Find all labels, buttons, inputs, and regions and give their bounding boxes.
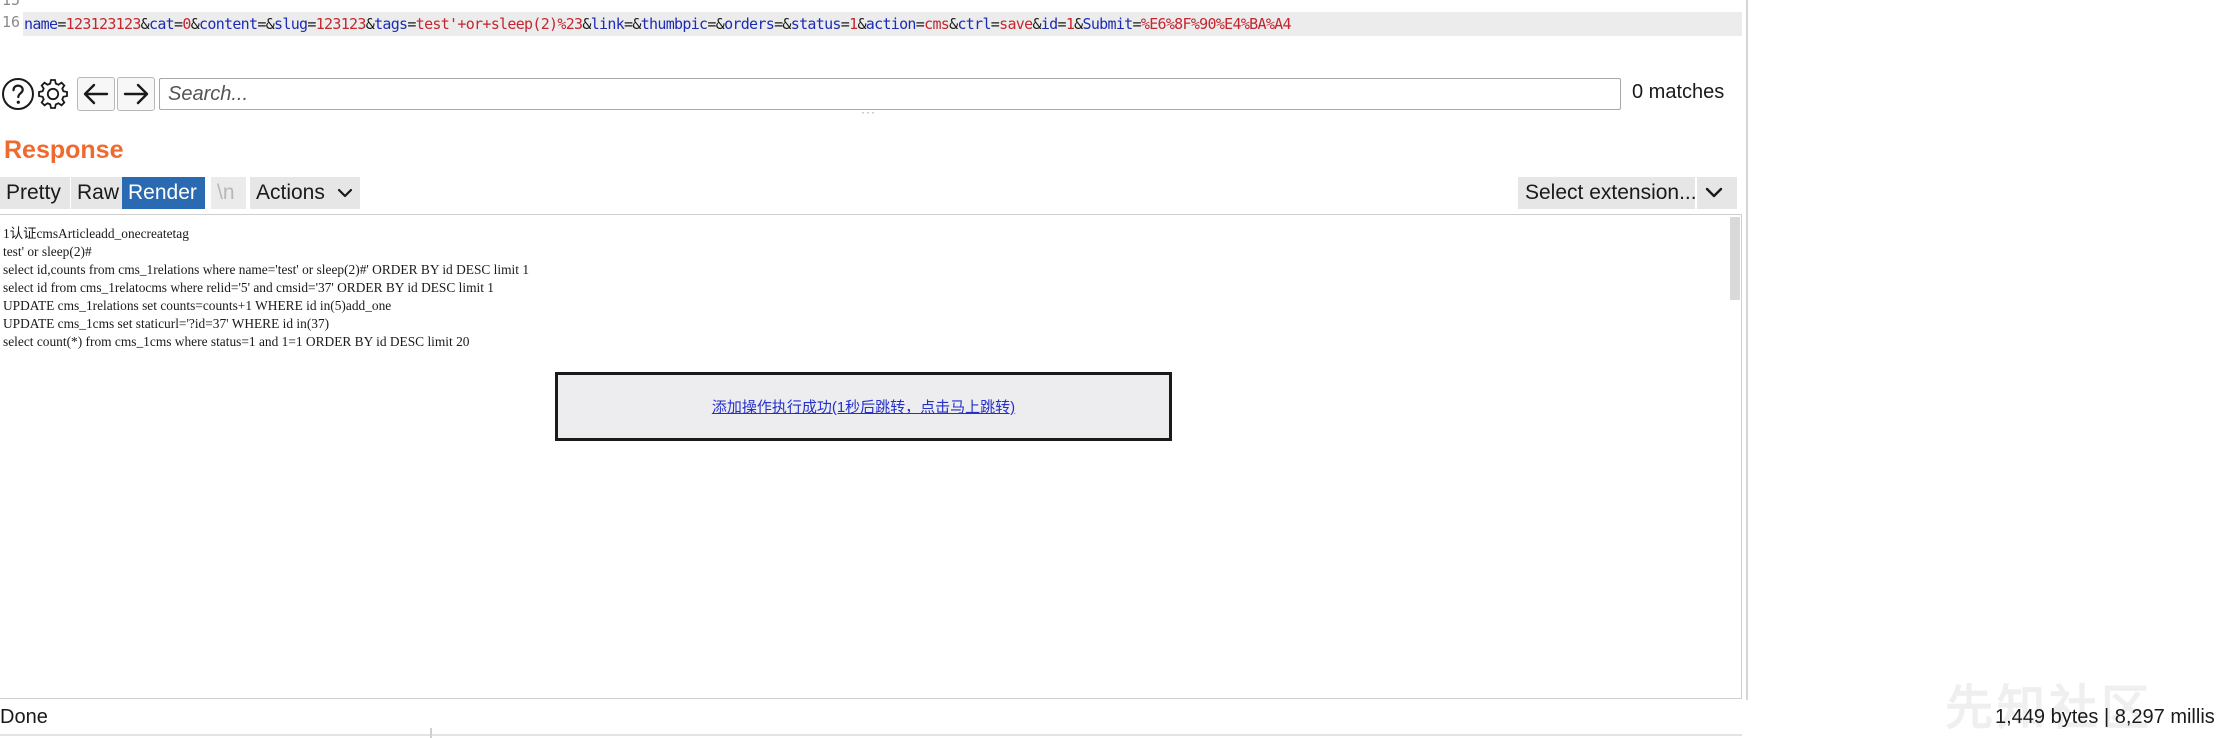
arrow-right-icon (123, 83, 149, 105)
status-bar-border (0, 734, 1742, 736)
select-extension-dropdown[interactable]: Select extension... (1518, 177, 1737, 209)
arrow-left-icon (83, 83, 109, 105)
back-button[interactable] (77, 77, 115, 111)
param-equals: = (1132, 15, 1142, 33)
rendered-output: 1认证cmsArticleadd_onecreatetag test' or s… (3, 225, 529, 351)
param-separator: & (857, 15, 866, 33)
param-value: %E6%8F%90%E4%BA%A4 (1140, 15, 1292, 33)
line-number: 16 (1, 13, 20, 31)
help-button[interactable] (0, 76, 36, 112)
newline-toggle-button[interactable]: \n (211, 177, 246, 209)
response-view-tabs: Pretty Raw Render \n Actions Select exte… (0, 177, 1742, 210)
param-separator: & (190, 15, 200, 33)
actions-dropdown[interactable]: Actions (250, 177, 360, 209)
param-value: test'+or+sleep(2)%23 (415, 15, 583, 33)
tab-raw[interactable]: Raw (71, 177, 122, 209)
forward-button[interactable] (117, 77, 155, 111)
param-value: 0 (182, 15, 191, 33)
output-line: select count(*) from cms_1cms where stat… (3, 334, 470, 349)
param-key: cat (149, 15, 175, 33)
response-title: Response (4, 136, 124, 164)
render-pane[interactable]: 1认证cmsArticleadd_onecreatetag test' or s… (0, 214, 1742, 699)
request-editor[interactable]: 15 16 name=123123123&cat=0&content=&slug… (0, 0, 1742, 40)
output-line: test' or sleep(2)# (3, 244, 92, 259)
output-line: UPDATE cms_1cms set staticurl='?id=37' W… (3, 316, 330, 331)
param-separator: & (365, 15, 375, 33)
param-separator: & (1032, 15, 1041, 33)
param-key: Submit (1082, 15, 1134, 33)
param-equals: = (257, 15, 266, 33)
search-input[interactable] (159, 78, 1621, 110)
param-value: 123123 (315, 15, 367, 33)
dropdown-toggle[interactable] (1704, 180, 1724, 214)
param-equals: = (915, 15, 925, 33)
redirect-link[interactable]: 添加操作执行成功(1秒后跳转，点击马上跳转) (712, 396, 1015, 417)
param-equals: = (57, 15, 66, 33)
help-icon (2, 78, 34, 110)
panel-divider[interactable] (1746, 0, 1748, 700)
pane-resize-handle[interactable]: ··· (861, 105, 876, 119)
param-key: tags (374, 15, 408, 33)
tab-pretty[interactable]: Pretty (0, 177, 70, 209)
status-text: Done (0, 706, 48, 728)
param-key: orders (724, 15, 775, 33)
param-separator: & (582, 15, 591, 33)
settings-button[interactable] (35, 76, 71, 112)
param-key: link (590, 15, 625, 33)
param-equals: = (1057, 15, 1066, 33)
chevron-down-icon (337, 189, 352, 198)
match-count: 0 matches (1632, 81, 1725, 103)
param-key: id (1040, 15, 1058, 33)
param-value: cms (924, 15, 950, 33)
param-separator: & (715, 15, 725, 33)
status-bar-separator (430, 728, 432, 738)
param-key: action (865, 15, 917, 33)
param-separator: & (265, 15, 275, 33)
param-equals: = (990, 15, 1000, 33)
param-equals: = (840, 15, 850, 33)
param-value: 123123123 (65, 15, 142, 33)
output-line: select id from cms_1relatocms where reli… (3, 280, 494, 295)
select-extension-label: Select extension... (1525, 181, 1697, 204)
chevron-down-icon (1705, 187, 1723, 198)
param-key: content (199, 15, 258, 33)
request-body-line[interactable]: name=123123123&cat=0&content=&slug=12312… (23, 12, 1742, 36)
param-separator: & (140, 15, 150, 33)
param-separator: & (782, 15, 791, 33)
param-equals: = (407, 15, 416, 33)
gear-icon (38, 79, 68, 109)
param-key: status (790, 15, 842, 33)
param-value: 1 (1065, 15, 1075, 33)
param-value: save (999, 15, 1033, 33)
response-stats: 1,449 bytes | 8,297 millis (1995, 706, 2215, 728)
output-line: select id,counts from cms_1relations whe… (3, 262, 530, 277)
param-key: slug (274, 15, 308, 33)
output-line: 1认证cmsArticleadd_onecreatetag (3, 226, 189, 241)
param-separator: & (632, 15, 641, 33)
success-message-box: 添加操作执行成功(1秒后跳转，点击马上跳转) (555, 372, 1172, 441)
dropdown-divider (1695, 177, 1697, 209)
output-line: UPDATE cms_1relations set counts=counts+… (3, 298, 392, 313)
tab-render[interactable]: Render (122, 177, 205, 209)
param-separator: & (1074, 15, 1083, 33)
actions-label: Actions (256, 181, 325, 204)
vertical-scrollbar[interactable] (1730, 217, 1740, 300)
param-key: name (24, 15, 58, 33)
param-key: ctrl (957, 15, 991, 33)
param-equals: = (707, 15, 716, 33)
param-key: thumbpic (640, 15, 708, 33)
param-equals: = (307, 15, 316, 33)
line-number: 15 (1, 0, 20, 9)
